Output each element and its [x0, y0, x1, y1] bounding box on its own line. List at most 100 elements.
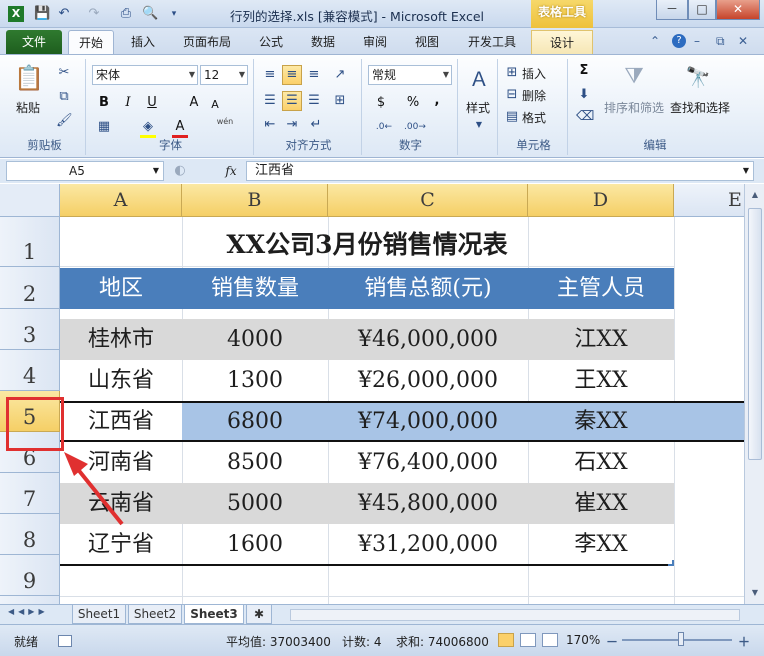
workbook-close-icon[interactable]: ✕	[738, 34, 748, 48]
sheet-tab-sheet3[interactable]: Sheet3	[184, 605, 244, 624]
align-center-icon[interactable]: ☰	[282, 91, 302, 111]
normal-view-icon[interactable]	[498, 633, 514, 647]
sort-filter-button[interactable]: 排序和筛选	[604, 99, 664, 116]
styles-icon[interactable]: Ａ	[468, 67, 490, 91]
align-top-icon[interactable]: ≡	[262, 67, 278, 83]
sort-filter-icon[interactable]: ⧩	[620, 63, 648, 91]
insert-function-button[interactable]: fx	[222, 163, 240, 179]
sheet-tab-sheet2[interactable]: Sheet2	[128, 605, 182, 624]
delete-cells-button[interactable]: 删除	[522, 87, 546, 104]
formula-bar-divider-icon: ◐	[174, 163, 186, 178]
zoom-out-icon[interactable]: －	[606, 633, 618, 650]
help-icon[interactable]: ?	[672, 34, 686, 48]
chevron-down-icon: ▼	[475, 120, 483, 129]
find-select-icon[interactable]: 🔭	[684, 63, 712, 91]
zoom-in-icon[interactable]: ＋	[738, 633, 750, 650]
bold-button[interactable]: B	[96, 95, 112, 111]
scroll-down-icon[interactable]: ▼	[748, 586, 762, 600]
tab-developer[interactable]: 开发工具	[460, 30, 524, 54]
cut-icon[interactable]: ✂	[56, 65, 72, 81]
copy-icon[interactable]: ⧉	[56, 89, 72, 105]
page-layout-view-icon[interactable]	[520, 633, 536, 647]
comma-button[interactable]: ,	[430, 93, 444, 109]
format-painter-icon[interactable]: 🖌	[56, 113, 73, 129]
zoom-slider-thumb[interactable]	[678, 632, 684, 646]
formula-input[interactable]: 江西省 ▼	[246, 161, 754, 181]
save-icon[interactable]: 💾	[34, 6, 50, 22]
print-icon[interactable]: ⎙	[118, 6, 134, 22]
percent-button[interactable]: %	[406, 95, 420, 111]
tab-view[interactable]: 视图	[406, 30, 448, 54]
fill-icon[interactable]: ⬇	[576, 87, 592, 103]
horizontal-scrollbar[interactable]	[290, 609, 740, 621]
font-name-select[interactable]: 宋体 ▼	[92, 65, 198, 85]
styles-button[interactable]: 样式	[466, 99, 490, 116]
sheet-tab-sheet1[interactable]: Sheet1	[72, 605, 126, 624]
align-left-icon[interactable]: ☰	[262, 93, 278, 109]
shrink-font-button[interactable]: A	[208, 97, 222, 113]
minimize-ribbon-icon[interactable]: ⌃	[650, 34, 660, 48]
sheet-navigation-icon[interactable]: ◀◀▶▶	[8, 607, 49, 616]
tab-data[interactable]: 数据	[302, 30, 344, 54]
minimize-button[interactable]: －	[656, 0, 688, 20]
clear-icon[interactable]: ⌫	[576, 109, 594, 125]
grow-font-button[interactable]: A	[186, 95, 202, 111]
underline-button[interactable]: U	[144, 95, 160, 111]
borders-icon[interactable]: ▦	[96, 119, 112, 135]
find-select-button[interactable]: 查找和选择	[670, 99, 730, 116]
format-cells-icon[interactable]: ▤	[504, 109, 520, 125]
currency-button[interactable]: $	[374, 95, 388, 111]
customize-qat-icon[interactable]: ▾	[166, 6, 182, 22]
tab-insert[interactable]: 插入	[122, 30, 164, 54]
close-button[interactable]: ✕	[716, 0, 760, 20]
insert-sheet-icon[interactable]: ✱	[246, 605, 272, 624]
macro-record-icon[interactable]	[58, 635, 72, 647]
tab-formulas[interactable]: 公式	[250, 30, 292, 54]
font-size-value: 12	[204, 68, 220, 82]
number-format-select[interactable]: 常规 ▼	[368, 65, 452, 85]
vertical-scrollbar[interactable]: ▲ ▼	[744, 184, 764, 604]
decrease-decimal-icon[interactable]: .00→	[404, 119, 426, 135]
align-right-icon[interactable]: ☰	[306, 93, 322, 109]
page-break-view-icon[interactable]	[542, 633, 558, 647]
wrap-text-icon[interactable]: ↵	[308, 117, 324, 133]
tab-design[interactable]: 设计	[531, 30, 593, 54]
chevron-down-icon: ▼	[238, 70, 245, 79]
tab-file[interactable]: 文件	[6, 30, 62, 54]
insert-cells-icon[interactable]: ⊞	[504, 65, 520, 81]
workbook-restore-icon[interactable]: ⧉	[716, 34, 725, 49]
workbook-minimize-icon[interactable]: –	[694, 34, 700, 48]
phonetic-guide-icon[interactable]: wén	[214, 117, 236, 126]
tab-review[interactable]: 审阅	[354, 30, 396, 54]
zoom-slider[interactable]	[622, 639, 732, 641]
paste-icon[interactable]: 📋	[14, 63, 44, 93]
autosum-button[interactable]: Σ	[576, 63, 592, 79]
font-color-button[interactable]: A	[172, 119, 188, 138]
scroll-up-icon[interactable]: ▲	[748, 188, 762, 202]
maximize-button[interactable]: □	[688, 0, 716, 20]
print-preview-icon[interactable]: 🔍	[142, 6, 158, 22]
increase-indent-icon[interactable]: ⇥	[284, 117, 300, 133]
zoom-level[interactable]: 170%	[566, 633, 600, 647]
tab-page-layout[interactable]: 页面布局	[176, 30, 238, 54]
paste-button[interactable]: 粘贴	[16, 99, 40, 116]
increase-decimal-icon[interactable]: .0←	[374, 119, 394, 135]
format-cells-button[interactable]: 格式	[522, 109, 546, 126]
fill-color-icon[interactable]: ◈	[140, 119, 156, 138]
orientation-icon[interactable]: ↗	[332, 67, 348, 83]
name-box[interactable]: A5 ▼	[6, 161, 164, 181]
tab-home[interactable]: 开始	[68, 30, 114, 54]
worksheet-grid[interactable]: A B C D E 1 2 3 4 5 6 7 8 9 XX公司3月份销售情况表…	[0, 184, 744, 604]
align-bottom-icon[interactable]: ≡	[306, 67, 322, 83]
decrease-indent-icon[interactable]: ⇤	[262, 117, 278, 133]
redo-icon[interactable]: ↷	[86, 6, 102, 22]
excel-logo-icon[interactable]: X	[8, 6, 24, 22]
delete-cells-icon[interactable]: ⊟	[504, 87, 520, 103]
scrollbar-thumb[interactable]	[748, 208, 762, 460]
italic-button[interactable]: I	[120, 95, 136, 111]
font-size-select[interactable]: 12 ▼	[200, 65, 248, 85]
insert-cells-button[interactable]: 插入	[522, 65, 546, 82]
merge-center-icon[interactable]: ⊞	[332, 93, 348, 109]
align-middle-icon[interactable]: ≡	[282, 65, 302, 85]
undo-icon[interactable]: ↶	[56, 6, 72, 22]
